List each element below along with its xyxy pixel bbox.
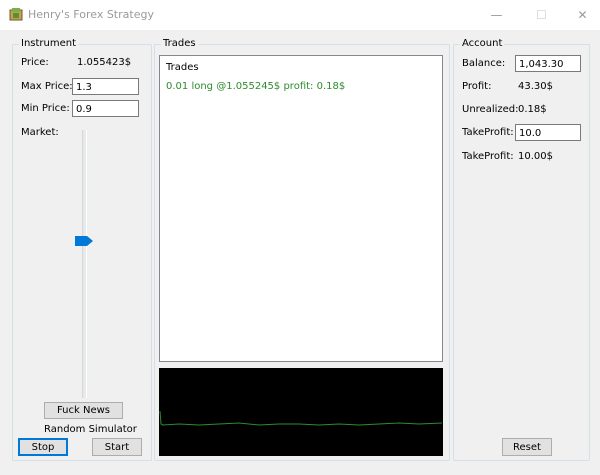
min-price-input[interactable]: 0.9 [72,100,139,117]
fuck-news-button[interactable]: Fuck News [44,402,123,419]
market-label: Market: [21,127,59,138]
price-chart [159,368,443,456]
slider-thumb[interactable] [75,235,95,247]
unrealized-label: Unrealized: [462,104,519,115]
price-label: Price: [21,57,49,68]
random-simulator-label: Random Simulator [44,424,137,435]
slider-track [82,130,87,398]
title-bar: Henry's Forex Strategy — ☐ ✕ [0,0,600,30]
max-price-label: Max Price: [21,81,73,92]
stop-button[interactable]: Stop [18,438,68,456]
minimize-button[interactable]: — [474,0,519,30]
balance-label: Balance: [462,58,506,69]
price-value: 1.055423$ [77,57,132,68]
account-legend: Account [460,38,505,49]
take-profit-input[interactable]: 10.0 [515,124,581,141]
profit-label: Profit: [462,81,492,92]
balance-input[interactable]: 1,043.30 [515,55,581,72]
take-profit-label-2: TakeProfit: [462,151,514,162]
trades-legend: Trades [161,38,198,49]
start-button[interactable]: Start [92,438,142,456]
trades-list-header: Trades [166,62,199,73]
min-price-label: Min Price: [21,103,70,114]
close-button[interactable]: ✕ [560,0,600,30]
instrument-legend: Instrument [19,38,79,49]
unrealized-value: 0.18$ [518,104,547,115]
take-profit-value: 10.00$ [518,151,553,162]
trade-items: 0.01 long @1.055245$ profit: 0.18$ [166,81,345,96]
app-icon [9,8,23,21]
price-line [159,410,443,426]
trades-list[interactable]: Trades 0.01 long @1.055245$ profit: 0.18… [159,55,443,362]
window-title: Henry's Forex Strategy [28,8,154,21]
take-profit-label: TakeProfit: [462,127,514,138]
max-price-input[interactable]: 1.3 [72,78,139,95]
profit-value: 43.30$ [518,81,553,92]
market-slider[interactable] [72,130,96,398]
trade-item[interactable]: 0.01 long @1.055245$ profit: 0.18$ [166,81,345,92]
reset-button[interactable]: Reset [502,438,552,456]
maximize-button[interactable]: ☐ [519,0,564,30]
